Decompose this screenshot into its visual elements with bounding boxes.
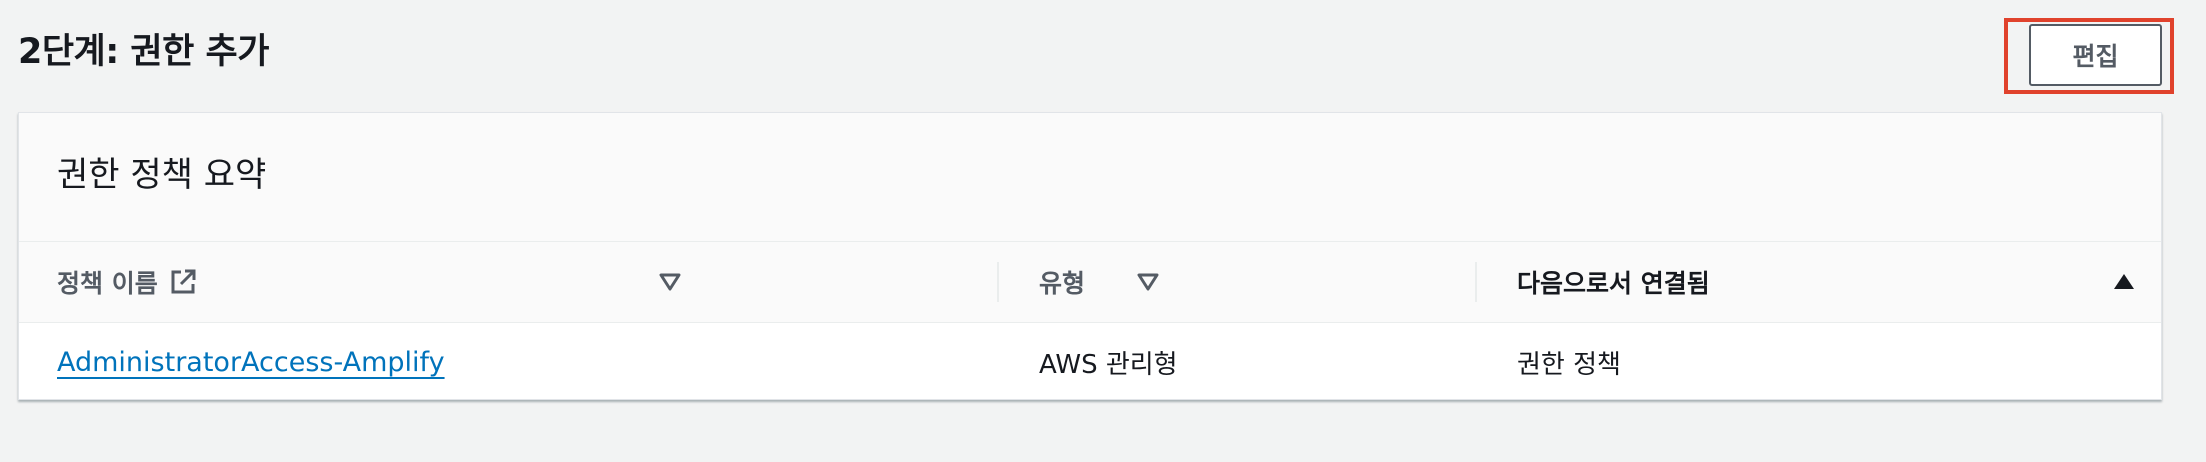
column-header-policy-name-label: 정책 이름 <box>57 269 158 298</box>
sort-ascending-icon[interactable] <box>2113 242 2135 322</box>
sort-toggle-policy-name-icon[interactable] <box>659 242 681 322</box>
panel-header: 권한 정책 요약 <box>19 113 2161 242</box>
panel-title: 권한 정책 요약 <box>57 155 267 195</box>
column-header-policy-name[interactable]: 정책 이름 <box>57 242 198 322</box>
attached-as-cell: 권한 정책 <box>1517 349 1621 380</box>
table-row: AdministratorAccess-Amplify AWS 관리형 권한 정… <box>19 323 2161 401</box>
policy-type-cell: AWS 관리형 <box>1039 349 1178 380</box>
column-header-type[interactable]: 유형 <box>1039 242 1085 322</box>
table-header: 정책 이름 유형 다음으로서 연결됨 <box>19 242 2161 323</box>
column-header-attached-as-label: 다음으로서 연결됨 <box>1517 269 1710 298</box>
external-link-icon[interactable] <box>168 267 198 297</box>
edit-button[interactable]: 편집 <box>2029 24 2162 86</box>
step-title: 2단계: 권한 추가 <box>18 32 269 72</box>
policy-name-cell: AdministratorAccess-Amplify <box>57 323 445 401</box>
step-header: 2단계: 권한 추가 편집 <box>0 0 2206 112</box>
column-divider[interactable] <box>1475 262 1477 302</box>
column-header-type-label: 유형 <box>1039 269 1086 298</box>
sort-toggle-type-icon[interactable] <box>1137 242 1159 322</box>
policy-name-link[interactable]: AdministratorAccess-Amplify <box>57 347 445 378</box>
permissions-summary-panel: 권한 정책 요약 정책 이름 유형 다음으로서 연결됨 Administrato… <box>18 112 2162 400</box>
column-header-attached-as[interactable]: 다음으로서 연결됨 <box>1517 242 1710 322</box>
column-divider[interactable] <box>997 262 999 302</box>
